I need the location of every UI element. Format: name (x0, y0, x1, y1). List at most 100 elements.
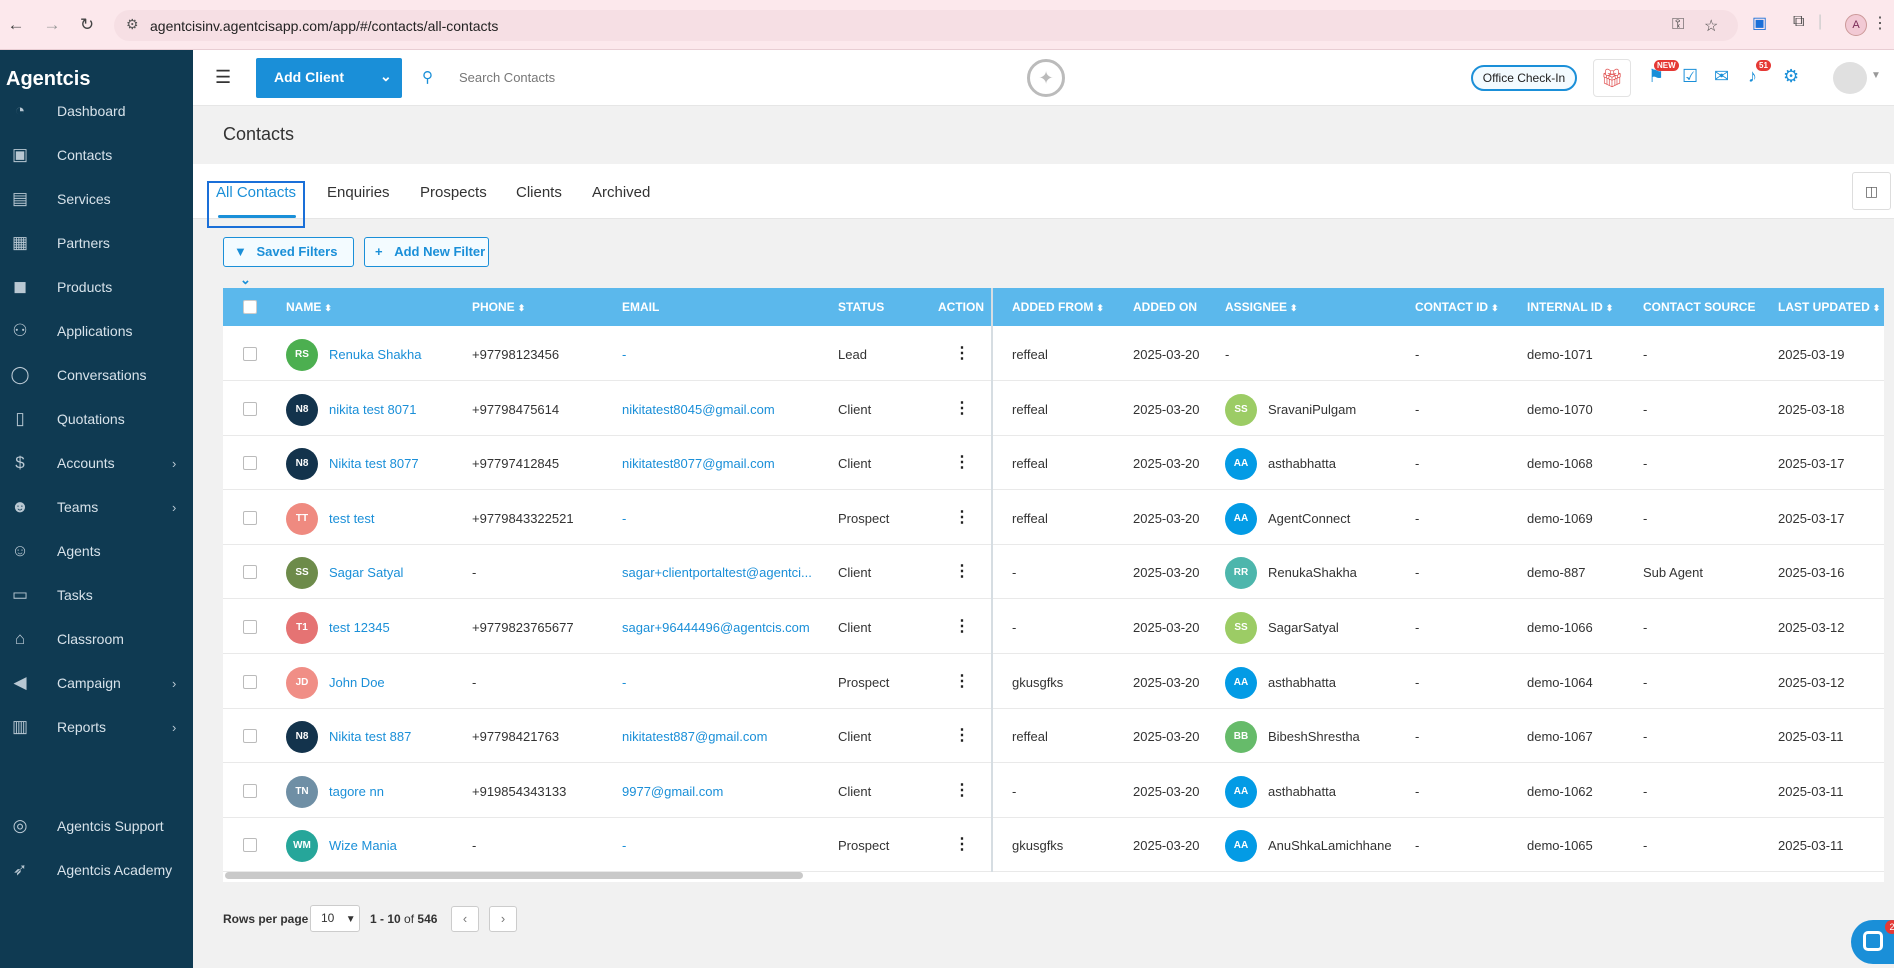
row-actions-kebab-icon[interactable]: ⋮ (954, 561, 970, 581)
row-checkbox[interactable] (243, 729, 257, 744)
puzzle-icon[interactable]: ⧉ (1793, 13, 1804, 31)
row-checkbox[interactable] (243, 401, 257, 416)
row-actions-kebab-icon[interactable]: ⋮ (954, 398, 970, 418)
horizontal-scrollbar[interactable] (225, 872, 803, 879)
tab-enquiries[interactable]: Enquiries (327, 184, 390, 201)
sidebar-item-services[interactable]: ▤ Services (0, 177, 193, 221)
sort-icon[interactable]: ⬍ (1096, 303, 1104, 313)
mail-icon[interactable]: ✉ (1714, 66, 1729, 87)
select-all-checkbox[interactable] (243, 300, 257, 314)
contact-name-link[interactable]: test 12345 (329, 620, 390, 635)
column-header-name[interactable]: NAME ⬍ (286, 300, 332, 314)
column-header-phone[interactable]: PHONE ⬍ (472, 300, 525, 314)
email-link[interactable]: nikitatest8045@gmail.com (622, 402, 775, 417)
email-link[interactable]: - (622, 675, 626, 690)
sort-icon[interactable]: ⬍ (1873, 303, 1881, 313)
row-checkbox[interactable] (243, 674, 257, 689)
tab-archived[interactable]: Archived (592, 184, 650, 201)
row-actions-kebab-icon[interactable]: ⋮ (954, 780, 970, 800)
email-link[interactable]: - (622, 347, 626, 362)
contact-name-link[interactable]: test test (329, 511, 375, 526)
add-new-filter-button[interactable]: + Add New Filter (364, 237, 489, 267)
sidebar-item-conversations[interactable]: ◯ Conversations (0, 353, 193, 397)
tab-prospects[interactable]: Prospects (420, 184, 487, 201)
forward-icon[interactable]: → (40, 13, 64, 37)
table-row[interactable]: N8 nikita test 8071 +97798475614 nikitatest… (223, 381, 1884, 436)
sidebar-item-teams[interactable]: ☻ Teams › (0, 485, 193, 529)
sidebar-item-classroom[interactable]: ⌂ Classroom (0, 617, 193, 661)
chat-widget-button[interactable]: 2 (1851, 920, 1894, 964)
sidebar-item-partners[interactable]: ▦ Partners (0, 221, 193, 265)
add-client-button[interactable]: Add Client ⌄ (256, 58, 402, 98)
email-link[interactable]: - (622, 511, 626, 526)
contact-name-link[interactable]: Renuka Shakha (329, 347, 422, 362)
row-actions-kebab-icon[interactable]: ⋮ (954, 834, 970, 854)
table-row[interactable]: RS Renuka Shakha +97798123456 - Lead ⋮ reffeal… (223, 326, 1884, 381)
email-link[interactable]: - (622, 838, 626, 853)
column-header-contact-id[interactable]: CONTACT ID ⬍ (1415, 300, 1499, 314)
sidebar-item-applications[interactable]: ⚇ Applications (0, 309, 193, 353)
sidebar-item-products[interactable]: ◼ Products (0, 265, 193, 309)
notification-bell-icon[interactable]: ♪ (1748, 66, 1757, 87)
search-input[interactable] (459, 66, 759, 88)
email-link[interactable]: sagar+clientportaltest@agentci... (622, 565, 812, 580)
sidebar-item-agents[interactable]: ☺ Agents (0, 529, 193, 573)
row-actions-kebab-icon[interactable]: ⋮ (954, 452, 970, 472)
checklist-icon[interactable]: ☑ (1682, 66, 1698, 87)
contact-name-link[interactable]: Sagar Satyal (329, 565, 403, 580)
saved-filters-button[interactable]: ▼ Saved Filters ⌄ (223, 237, 354, 287)
sidebar-item-dashboard[interactable]: ◔ Dashboard (0, 89, 193, 133)
sidebar-item-contacts[interactable]: ▣ Contacts (0, 133, 193, 177)
sort-icon[interactable]: ⬍ (1491, 303, 1499, 313)
kebab-menu-icon[interactable]: ⋮ (1872, 13, 1888, 33)
gift-icon[interactable]: 🎁︎ (1593, 59, 1631, 97)
table-row[interactable]: TN tagore nn +919854343133 9977@gmail.com Cl… (223, 763, 1884, 818)
settings-gear-icon[interactable]: ⚙ (1783, 66, 1799, 87)
email-link[interactable]: nikitatest8077@gmail.com (622, 456, 775, 471)
sort-icon[interactable]: ⬍ (518, 303, 526, 313)
menu-toggle-icon[interactable]: ☰ (215, 68, 233, 86)
key-icon[interactable]: ⚿ (1672, 16, 1684, 34)
column-header-assignee[interactable]: ASSIGNEE ⬍ (1225, 300, 1298, 314)
email-link[interactable]: nikitatest887@gmail.com (622, 729, 767, 744)
row-checkbox[interactable] (243, 510, 257, 525)
url-text[interactable]: agentcisinv.agentcisapp.com/app/#/contac… (150, 18, 498, 34)
contact-name-link[interactable]: Wize Mania (329, 838, 397, 853)
sidebar-item-campaign[interactable]: ◀ Campaign › (0, 661, 193, 705)
column-header-added-from[interactable]: ADDED FROM ⬍ (1012, 300, 1104, 314)
contact-name-link[interactable]: Nikita test 8077 (329, 456, 419, 471)
browser-profile-avatar[interactable]: A (1845, 14, 1867, 36)
sort-icon[interactable]: ⬍ (1606, 303, 1614, 313)
column-layout-icon[interactable]: ◫ (1852, 172, 1891, 210)
back-icon[interactable]: ← (4, 13, 28, 37)
star-icon[interactable]: ☆ (1704, 16, 1718, 36)
chevron-down-icon[interactable]: ⌄ (380, 68, 392, 85)
column-header-internal-id[interactable]: INTERNAL ID ⬍ (1527, 300, 1613, 314)
column-header-last-updated[interactable]: LAST UPDATED ⬍ (1778, 300, 1880, 314)
table-row[interactable]: TT test test +9779843322521 - Prospect ⋮ reffe… (223, 490, 1884, 545)
contact-name-link[interactable]: Nikita test 887 (329, 729, 411, 744)
sidebar-item-tasks[interactable]: ▭ Tasks (0, 573, 193, 617)
sidebar-item-quotations[interactable]: ▯ Quotations (0, 397, 193, 441)
row-checkbox[interactable] (243, 565, 257, 580)
chevron-down-icon[interactable]: ▼ (1871, 70, 1881, 81)
row-actions-kebab-icon[interactable]: ⋮ (954, 343, 970, 363)
site-info-icon[interactable]: ⚙ (126, 16, 139, 33)
next-page-button[interactable]: › (489, 906, 517, 932)
tab-clients[interactable]: Clients (516, 184, 562, 201)
contact-name-link[interactable]: nikita test 8071 (329, 402, 416, 417)
row-actions-kebab-icon[interactable]: ⋮ (954, 616, 970, 636)
row-actions-kebab-icon[interactable]: ⋮ (954, 671, 970, 691)
address-bar[interactable]: ⚙ agentcisinv.agentcisapp.com/app/#/cont… (114, 10, 1738, 41)
table-row[interactable]: WM Wize Mania - - Prospect ⋮ gkusgfks 2025-03-2… (223, 817, 1884, 873)
row-checkbox[interactable] (243, 620, 257, 634)
sidebar-item-agentcis-support[interactable]: ◎ Agentcis Support (0, 804, 193, 848)
table-row[interactable]: JD John Doe - - Prospect ⋮ gkusgfks 2025-03-20 A… (223, 654, 1884, 709)
prev-page-button[interactable]: ‹ (451, 906, 479, 932)
reload-icon[interactable]: ↻ (75, 13, 99, 37)
sort-icon[interactable]: ⬍ (1290, 303, 1298, 313)
row-checkbox[interactable] (243, 456, 257, 471)
rows-per-page-select[interactable]: 10 ▼ (310, 905, 360, 932)
table-row[interactable]: N8 Nikita test 887 +97798421763 nikitatest8… (223, 708, 1884, 764)
office-checkin-button[interactable]: Office Check-In (1471, 65, 1577, 91)
